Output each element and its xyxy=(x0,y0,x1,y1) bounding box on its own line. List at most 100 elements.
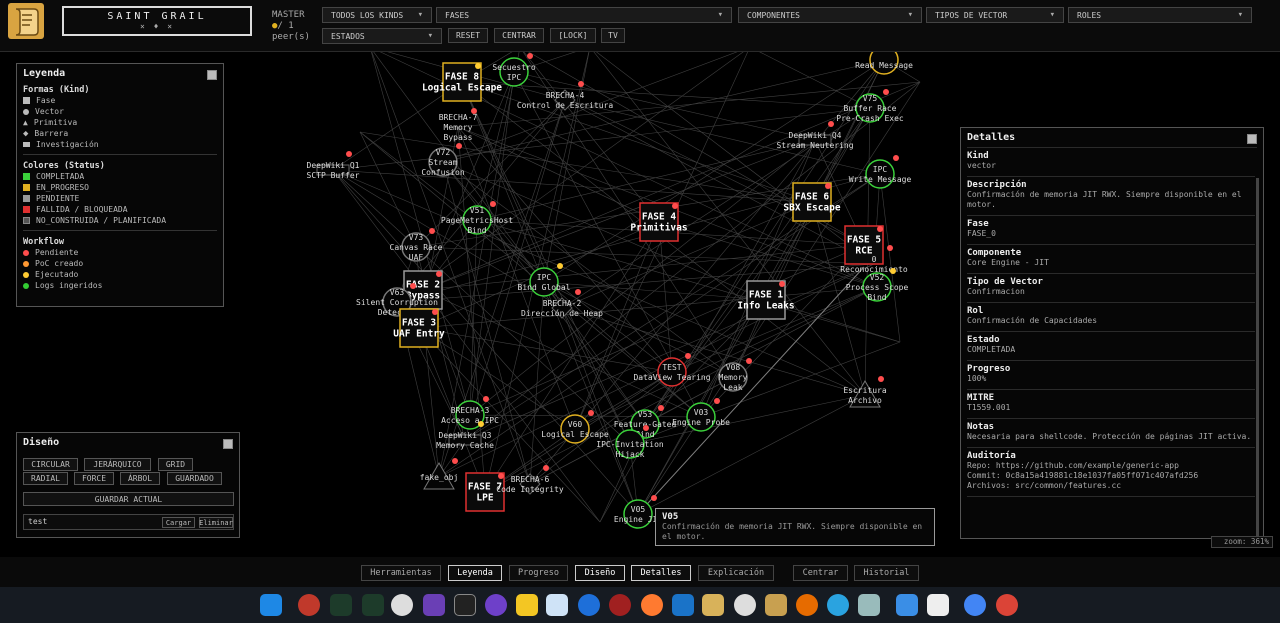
graph-node-v08[interactable]: V08MemoryLeak xyxy=(718,358,752,392)
layout-guardado-button[interactable]: GUARDADO xyxy=(167,472,222,485)
node-label: PageMetricsHost xyxy=(441,216,513,225)
load-layout-button[interactable]: Cargar xyxy=(162,517,195,528)
clipboard-icon[interactable] xyxy=(927,594,949,616)
graph-node-b4[interactable]: BRECHA-4Control de Escritura xyxy=(517,81,614,111)
graph-node-ipcw[interactable]: IPCWrite Message xyxy=(849,155,912,189)
graph-node-b6[interactable]: BRECHA-6Code Integrity xyxy=(496,465,564,495)
graph-node-f5[interactable]: FASE 5RCE xyxy=(844,225,884,265)
detalles-button[interactable]: Detalles xyxy=(631,565,691,581)
detail-key: Estado xyxy=(967,335,1000,345)
detail-field: Componente Core Engine - JIT xyxy=(967,245,1255,274)
workflow-status-dot xyxy=(643,425,649,431)
centrar-button[interactable]: CENTRAR xyxy=(494,28,544,43)
app-target-icon[interactable] xyxy=(609,594,631,616)
node-label: V75 xyxy=(863,94,878,103)
graph-node-f8[interactable]: FASE 8Logical Escape xyxy=(422,62,502,102)
leyenda-button[interactable]: Leyenda xyxy=(448,565,502,581)
graph-node-f6[interactable]: FASE 6SBX Escape xyxy=(783,182,841,222)
graph-node-sec[interactable]: SecuestroIPC xyxy=(492,53,536,87)
chrome-icon[interactable] xyxy=(996,594,1018,616)
graph-node-esc[interactable]: EscrituraArchivo xyxy=(843,376,887,408)
workflow-status-dot xyxy=(825,183,831,189)
tipos-select[interactable]: TIPOS DE VECTOR xyxy=(926,7,1064,23)
app-green2-icon[interactable] xyxy=(362,594,384,616)
legend-shape-barrera: ◆ Barrera xyxy=(23,128,69,139)
app-red-icon[interactable] xyxy=(298,594,320,616)
workflow-status-dot xyxy=(498,473,504,479)
reset-button[interactable]: RESET xyxy=(448,28,488,43)
estados-select[interactable]: ESTADOS xyxy=(322,28,442,44)
fases-select[interactable]: FASES xyxy=(436,7,732,23)
desktop-icon[interactable] xyxy=(260,594,282,616)
layout-grid-button[interactable]: GRID xyxy=(158,458,193,471)
graph-node-dw1[interactable]: DeepWiki Q1SCTP Buffer xyxy=(307,151,360,180)
layout-arbol-button[interactable]: ÁRBOL xyxy=(120,472,160,485)
folder-icon[interactable] xyxy=(896,594,918,616)
graph-node-v75[interactable]: V75Buffer RacePre-Crash Exec xyxy=(836,89,904,123)
herramientas-button[interactable]: Herramientas xyxy=(361,565,441,581)
obsidian-icon[interactable] xyxy=(423,594,445,616)
tv-button[interactable]: TV xyxy=(601,28,625,43)
layout-jerarquico-button[interactable]: JERÁRQUICO xyxy=(84,458,151,471)
book-icon[interactable] xyxy=(672,594,694,616)
graph-node-v72[interactable]: V72StreamConfusion xyxy=(421,143,465,177)
disk-icon[interactable] xyxy=(391,594,413,616)
node-label: BRECHA-4 xyxy=(546,91,585,100)
details-list: Kind vector Descripción Confirmación de mem… xyxy=(967,148,1255,497)
postman-icon[interactable] xyxy=(641,594,663,616)
diseno-button[interactable]: Diseño xyxy=(575,565,625,581)
historial-button[interactable]: Historial xyxy=(854,565,919,581)
componentes-select[interactable]: COMPONENTES xyxy=(738,7,922,23)
github-icon[interactable] xyxy=(485,594,507,616)
graph-node-dv[interactable]: TESTDataView Tearing xyxy=(633,353,711,387)
graph-node-b2[interactable]: BRECHA-2Dirección de Heap xyxy=(521,289,603,319)
legend-minimize-button[interactable] xyxy=(207,70,217,80)
node-label: IPC-Invitation xyxy=(596,440,664,449)
details-minimize-button[interactable] xyxy=(1247,134,1257,144)
firefox-icon[interactable] xyxy=(796,594,818,616)
kinds-select[interactable]: TODOS LOS KINDS xyxy=(322,7,432,23)
search-tool-icon[interactable] xyxy=(858,594,880,616)
layout-radial-button[interactable]: RADIAL xyxy=(23,472,68,485)
graph-node-b7[interactable]: BRECHA-7MemoryBypass xyxy=(439,108,478,142)
details-scrollbar[interactable] xyxy=(1256,178,1259,538)
graph-node-dw4[interactable]: DeepWiki Q4Stream Neutering xyxy=(776,121,854,150)
lock-button[interactable]: [LOCK] xyxy=(550,28,596,43)
progreso-button[interactable]: Progreso xyxy=(509,565,568,581)
graph-node-fake[interactable]: fake_obj xyxy=(420,458,459,490)
node-label: Leak xyxy=(723,383,742,392)
node-label: SCTP Buffer xyxy=(307,171,360,180)
graph-node-f3[interactable]: FASE 3UAF Entry xyxy=(393,308,445,348)
explicacion-button[interactable]: Explicación xyxy=(698,565,774,581)
terminal-icon[interactable] xyxy=(454,594,476,616)
delete-layout-button[interactable]: Eliminar xyxy=(199,517,233,528)
grail-icon[interactable] xyxy=(702,594,724,616)
legend-title: Leyenda xyxy=(23,68,66,79)
legend-shape-vector: Vector xyxy=(23,106,217,117)
design-minimize-button[interactable] xyxy=(223,439,233,449)
roles-select[interactable]: ROLES xyxy=(1068,7,1252,23)
docker-icon[interactable] xyxy=(578,594,600,616)
vm-icon[interactable] xyxy=(734,594,756,616)
graph-node-b3[interactable]: BRECHA-3Acceso a IPC xyxy=(441,396,499,430)
detail-key: Progreso xyxy=(967,364,1011,374)
graph-node-v03[interactable]: V03Engine Probe xyxy=(672,398,730,432)
chromium-icon[interactable] xyxy=(964,594,986,616)
centrar-bottom-button[interactable]: Centrar xyxy=(793,565,848,581)
graph-node-rm[interactable]: Read Message xyxy=(855,52,913,75)
scroll-logo-icon xyxy=(8,3,44,39)
layout-circular-button[interactable]: CIRCULAR xyxy=(23,458,78,471)
notes-icon[interactable] xyxy=(516,594,538,616)
accessories-icon[interactable] xyxy=(546,594,568,616)
layout-force-button[interactable]: FORCE xyxy=(74,472,114,485)
node-label: Read Message xyxy=(855,61,913,70)
graph-node-f4[interactable]: FASE 4Primitivas xyxy=(630,202,688,242)
eye-icon[interactable] xyxy=(765,594,787,616)
node-label: Canvas Race xyxy=(390,243,443,252)
save-layout-button[interactable]: GUARDAR ACTUAL xyxy=(23,492,234,506)
diamond-icon: ◆ xyxy=(23,128,29,139)
legend-color-item: NO_CONSTRUIDA / PLANIFICADA xyxy=(23,215,217,226)
app-green-icon[interactable] xyxy=(330,594,352,616)
layout-name-input[interactable]: test Cargar Eliminar xyxy=(23,514,234,530)
telegram-icon[interactable] xyxy=(827,594,849,616)
